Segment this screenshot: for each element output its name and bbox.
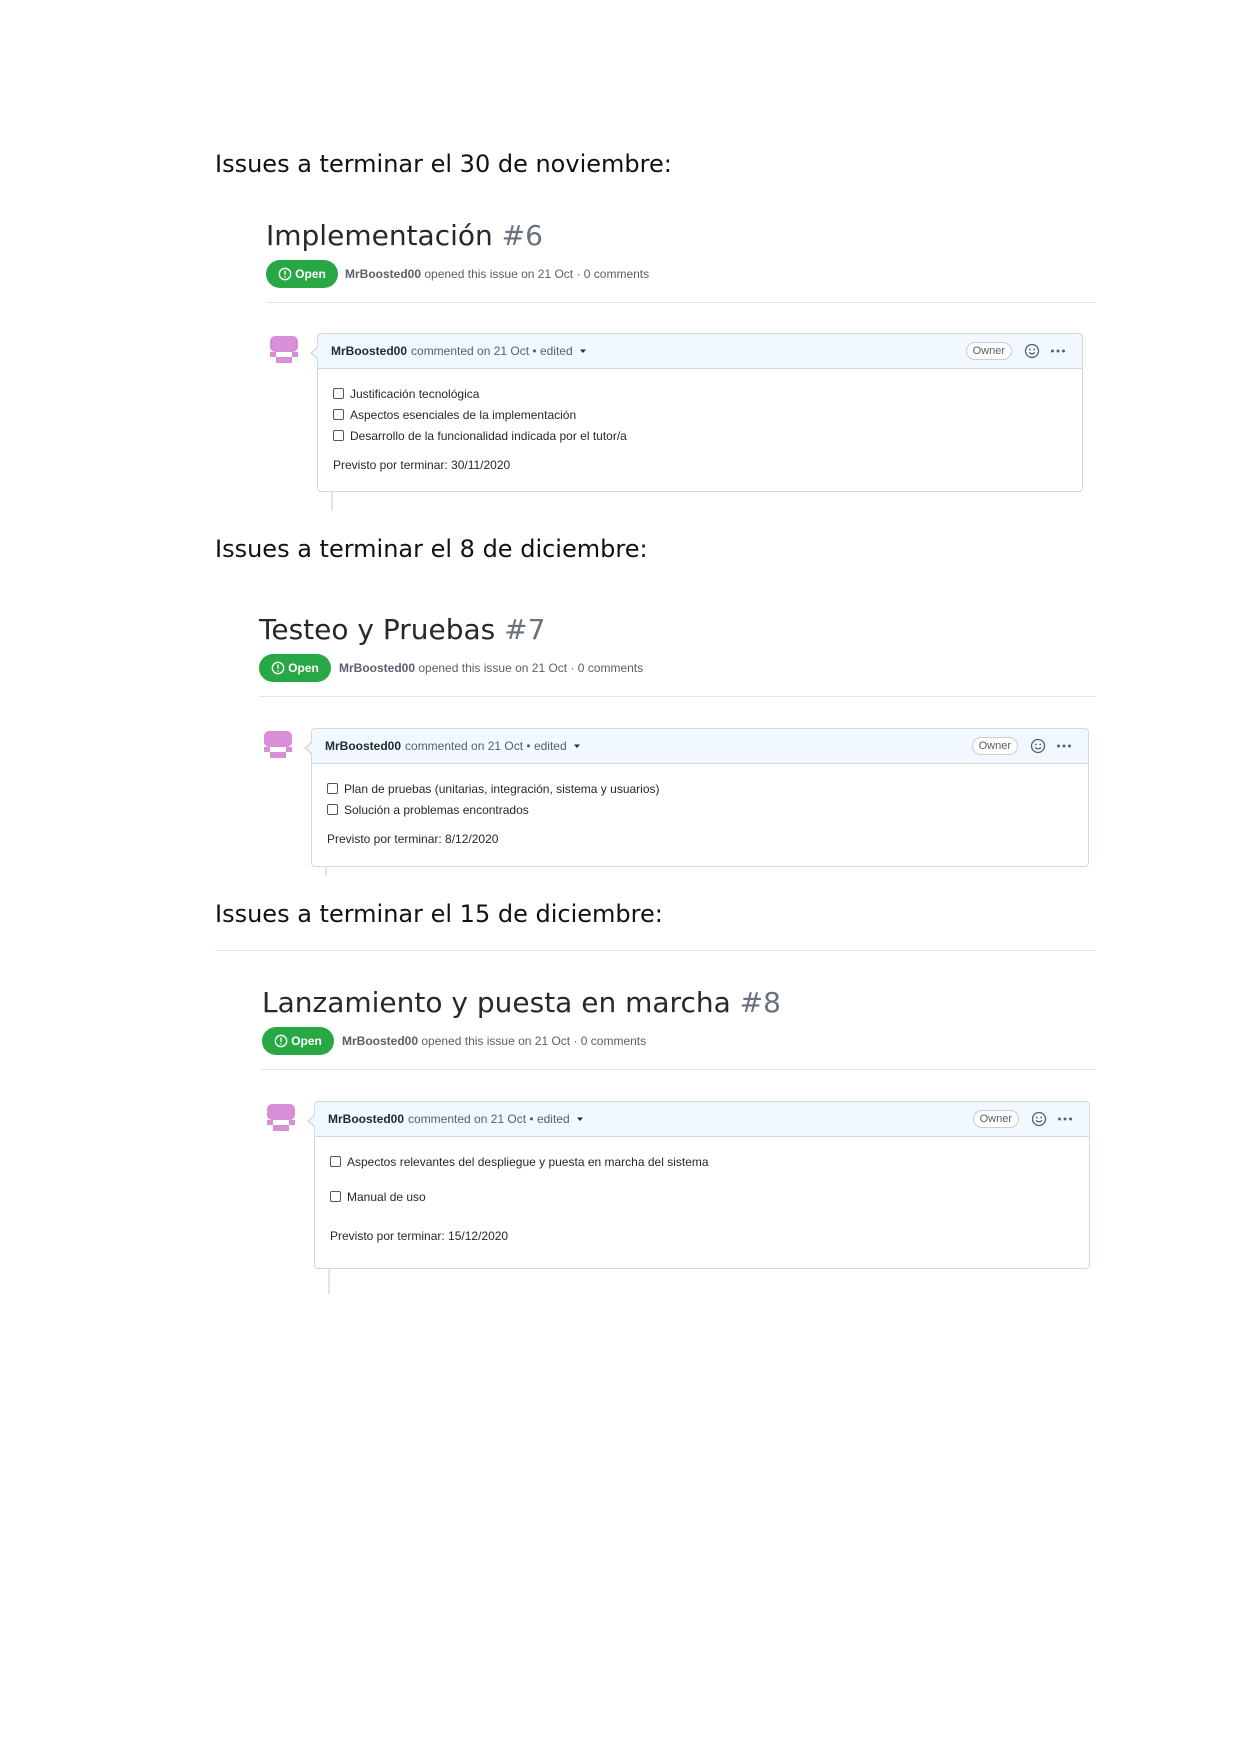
comment-author-link[interactable]: MrBoosted00 — [331, 344, 407, 358]
timeline-line — [331, 491, 333, 511]
task-label: Justificación tecnológica — [350, 386, 480, 401]
comment-date[interactable]: commented on 21 Oct • edited — [408, 1112, 570, 1126]
issue-title-text: Implementación — [266, 219, 493, 252]
task-list-item: Plan de pruebas (unitarias, integración,… — [327, 778, 1075, 799]
comment-body: Plan de pruebas (unitarias, integración,… — [312, 764, 1088, 858]
due-date-text: Previsto por terminar: 30/11/2020 — [333, 458, 511, 472]
comment-body: Justificación tecnológica Aspectos esenc… — [318, 369, 1082, 484]
smiley-icon[interactable] — [1031, 1111, 1047, 1127]
caret-down-icon[interactable] — [573, 742, 581, 750]
task-label: Desarrollo de la funcionalidad indicada … — [350, 428, 627, 443]
task-checkbox[interactable] — [330, 1156, 341, 1167]
state-label: Open — [288, 661, 319, 675]
owner-badge: Owner — [965, 342, 1012, 360]
smiley-icon[interactable] — [1030, 738, 1046, 754]
section-heading: Issues a terminar el 15 de diciembre: — [215, 900, 663, 928]
kebab-horizontal-icon[interactable] — [1057, 1113, 1073, 1125]
identicon-icon — [267, 1104, 295, 1131]
identicon-icon — [264, 731, 292, 758]
comment-date[interactable]: commented on 21 Oct • edited — [411, 344, 573, 358]
issue-opened-icon — [278, 267, 292, 281]
task-checkbox[interactable] — [333, 409, 344, 420]
task-list-item: Aspectos relevantes del despliegue y pue… — [330, 1151, 1076, 1172]
issue-number: #8 — [739, 986, 781, 1019]
issue-title: Lanzamiento y puesta en marcha #8 — [262, 986, 781, 1019]
timeline-line — [325, 866, 327, 876]
avatar[interactable] — [264, 1101, 298, 1135]
task-label: Aspectos esenciales de la implementación — [350, 407, 577, 422]
kebab-horizontal-icon[interactable] — [1056, 740, 1072, 752]
issue-meta-text: opened this issue on 21 Oct · 0 comments — [418, 661, 644, 675]
avatar[interactable] — [267, 333, 301, 367]
issue-meta: MrBoosted00 opened this issue on 21 Oct … — [339, 661, 643, 675]
task-label: Plan de pruebas (unitarias, integración,… — [344, 781, 660, 796]
issue-opened-icon — [271, 661, 285, 675]
issue-meta-text: opened this issue on 21 Oct · 0 comments — [424, 267, 650, 281]
task-label: Manual de uso — [347, 1189, 426, 1204]
state-label: Open — [291, 1034, 322, 1048]
task-checkbox[interactable] — [327, 804, 338, 815]
section-heading: Issues a terminar el 8 de diciembre: — [215, 535, 648, 563]
issue-author-link[interactable]: MrBoosted00 — [345, 267, 421, 281]
caret-down-icon[interactable] — [576, 1115, 584, 1123]
due-date-text: Previsto por terminar: 8/12/2020 — [327, 832, 499, 846]
open-state-badge: Open — [262, 1027, 334, 1055]
smiley-icon[interactable] — [1024, 343, 1040, 359]
comment-card: MrBoosted00 commented on 21 Oct • edited… — [304, 728, 1089, 867]
comment-body: Aspectos relevantes del despliegue y pue… — [315, 1137, 1089, 1255]
issue-meta-text: opened this issue on 21 Oct · 0 comments — [421, 1034, 647, 1048]
task-list-item: Aspectos esenciales de la implementación — [333, 404, 1069, 425]
task-label: Solución a problemas encontrados — [344, 802, 529, 817]
task-checkbox[interactable] — [330, 1191, 341, 1202]
task-list-item: Manual de uso — [330, 1186, 1076, 1207]
comment-header: MrBoosted00 commented on 21 Oct • edited… — [312, 729, 1088, 764]
issue-number: #6 — [501, 219, 543, 252]
comment-header: MrBoosted00 commented on 21 Oct • edited… — [318, 334, 1082, 369]
issue-title: Implementación #6 — [266, 219, 543, 252]
issue-title-text: Testeo y Pruebas — [259, 613, 496, 646]
comment-author-link[interactable]: MrBoosted00 — [325, 739, 401, 753]
comment-author-link[interactable]: MrBoosted00 — [328, 1112, 404, 1126]
task-list-item: Solución a problemas encontrados — [327, 799, 1075, 820]
comment-date[interactable]: commented on 21 Oct • edited — [405, 739, 567, 753]
owner-badge: Owner — [972, 1110, 1019, 1128]
section-heading: Issues a terminar el 30 de noviembre: — [215, 150, 672, 178]
task-list-item: Desarrollo de la funcionalidad indicada … — [333, 425, 1069, 446]
issue-author-link[interactable]: MrBoosted00 — [342, 1034, 418, 1048]
divider — [259, 696, 1096, 697]
kebab-horizontal-icon[interactable] — [1050, 345, 1066, 357]
state-label: Open — [295, 267, 326, 281]
issue-author-link[interactable]: MrBoosted00 — [339, 661, 415, 675]
divider — [215, 950, 1096, 951]
issue-number: #7 — [504, 613, 546, 646]
divider — [266, 302, 1096, 303]
task-checkbox[interactable] — [333, 430, 344, 441]
issue-meta: MrBoosted00 opened this issue on 21 Oct … — [342, 1034, 646, 1048]
comment-card: MrBoosted00 commented on 21 Oct • edited… — [310, 333, 1083, 492]
avatar[interactable] — [261, 728, 295, 762]
divider — [262, 1069, 1096, 1070]
caret-down-icon[interactable] — [579, 347, 587, 355]
identicon-icon — [270, 336, 298, 363]
issue-title: Testeo y Pruebas #7 — [259, 613, 545, 646]
open-state-badge: Open — [259, 654, 331, 682]
task-label: Aspectos relevantes del despliegue y pue… — [347, 1154, 709, 1169]
task-checkbox[interactable] — [333, 388, 344, 399]
open-state-badge: Open — [266, 260, 338, 288]
task-list-item: Justificación tecnológica — [333, 383, 1069, 404]
timeline-line — [328, 1268, 330, 1294]
comment-header: MrBoosted00 commented on 21 Oct • edited… — [315, 1102, 1089, 1137]
issue-meta: MrBoosted00 opened this issue on 21 Oct … — [345, 267, 649, 281]
comment-card: MrBoosted00 commented on 21 Oct • edited… — [307, 1101, 1090, 1269]
owner-badge: Owner — [971, 737, 1018, 755]
issue-opened-icon — [274, 1034, 288, 1048]
issue-title-text: Lanzamiento y puesta en marcha — [262, 986, 731, 1019]
task-checkbox[interactable] — [327, 783, 338, 794]
due-date-text: Previsto por terminar: 15/12/2020 — [330, 1229, 509, 1243]
